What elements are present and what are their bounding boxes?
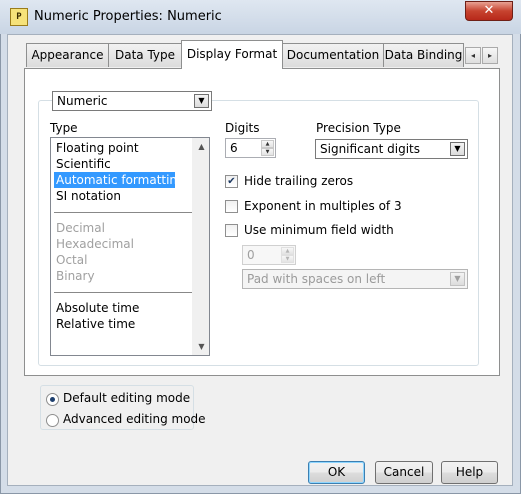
checkmark-icon: ✔ [227,176,236,187]
chevron-down-icon: ▼ [194,94,209,108]
padding-value: Pad with spaces on left [247,272,386,286]
type-listbox[interactable]: Floating point Scientific Automatic form… [50,137,210,356]
tab-scroll-left-button[interactable]: ◂ [465,47,481,64]
precision-type-label: Precision Type [316,121,401,135]
list-divider [54,292,193,293]
min-field-width-checkbox[interactable] [225,224,238,237]
increment-icon[interactable]: ▲ [261,140,274,148]
digits-value[interactable]: 6 [230,140,238,157]
precision-type-dropdown[interactable]: Significant digits ▼ [315,139,468,159]
chevron-down-icon: ▼ [450,272,465,286]
type-option-decimal: Decimal [56,221,105,235]
field-width-spinner: 0 ▲ ▼ [242,245,296,265]
type-option-relative-time[interactable]: Relative time [54,316,135,332]
tab-documentation[interactable]: Documentation [282,43,384,67]
min-field-width-label[interactable]: Use minimum field width [244,223,394,237]
ok-button[interactable]: OK [308,461,365,484]
type-option-si-notation[interactable]: SI notation [54,188,121,204]
format-type-dropdown[interactable]: Numeric ▼ [52,91,212,111]
tab-scroll-right-button[interactable]: ▸ [482,47,498,64]
listbox-scrollbar[interactable]: ▲ ▼ [192,138,209,355]
type-option-automatic-formatting[interactable]: Automatic formatting [54,172,185,188]
hide-trailing-zeros-checkbox[interactable]: ✔ [225,175,238,188]
type-label: Type [50,121,78,135]
hide-trailing-zeros-label[interactable]: Hide trailing zeros [244,174,353,188]
default-editing-mode-radio[interactable] [46,393,59,406]
type-option-absolute-time[interactable]: Absolute time [54,300,139,316]
field-width-value: 0 [247,248,255,262]
type-option-octal: Octal [56,253,88,267]
padding-dropdown: Pad with spaces on left ▼ [242,269,468,289]
precision-type-value: Significant digits [320,142,421,156]
tab-display-format[interactable]: Display Format [181,40,283,69]
help-button[interactable]: Help [441,461,498,484]
title-bar[interactable]: P Numeric Properties: Numeric ✕ [0,0,521,34]
format-type-value: Numeric [57,94,108,108]
type-option-scientific[interactable]: Scientific [54,156,111,172]
cancel-button[interactable]: Cancel [375,461,433,484]
type-option-floating-point[interactable]: Floating point [54,140,139,156]
list-divider [54,212,193,213]
tab-appearance[interactable]: Appearance [26,43,109,67]
exponent-multiples-label[interactable]: Exponent in multiples of 3 [244,199,402,213]
decrement-icon: ▼ [281,255,294,263]
chevron-right-icon: ▸ [487,51,492,60]
chevron-left-icon: ◂ [470,51,475,60]
scroll-down-icon[interactable]: ▼ [193,338,209,355]
close-button[interactable]: ✕ [465,1,513,21]
decrement-icon[interactable]: ▼ [261,148,274,156]
default-editing-mode-label[interactable]: Default editing mode [63,391,190,405]
advanced-editing-mode-label[interactable]: Advanced editing mode [63,412,206,426]
digits-label: Digits [225,121,260,135]
type-option-hexadecimal: Hexadecimal [56,237,134,251]
close-icon: ✕ [483,3,495,18]
type-option-binary: Binary [56,269,95,283]
app-icon: P [10,8,28,26]
chevron-down-icon: ▼ [450,142,465,156]
exponent-multiples-checkbox[interactable] [225,200,238,213]
digits-spinner[interactable]: 6 ▲ ▼ [225,138,276,158]
window-title: Numeric Properties: Numeric [34,9,222,24]
radio-selected-dot [50,397,55,402]
tab-data-type[interactable]: Data Type [108,43,182,67]
advanced-editing-mode-radio[interactable] [46,414,59,427]
scroll-up-icon[interactable]: ▲ [193,138,209,155]
tab-data-binding[interactable]: Data Binding [383,43,464,67]
increment-icon: ▲ [281,247,294,255]
